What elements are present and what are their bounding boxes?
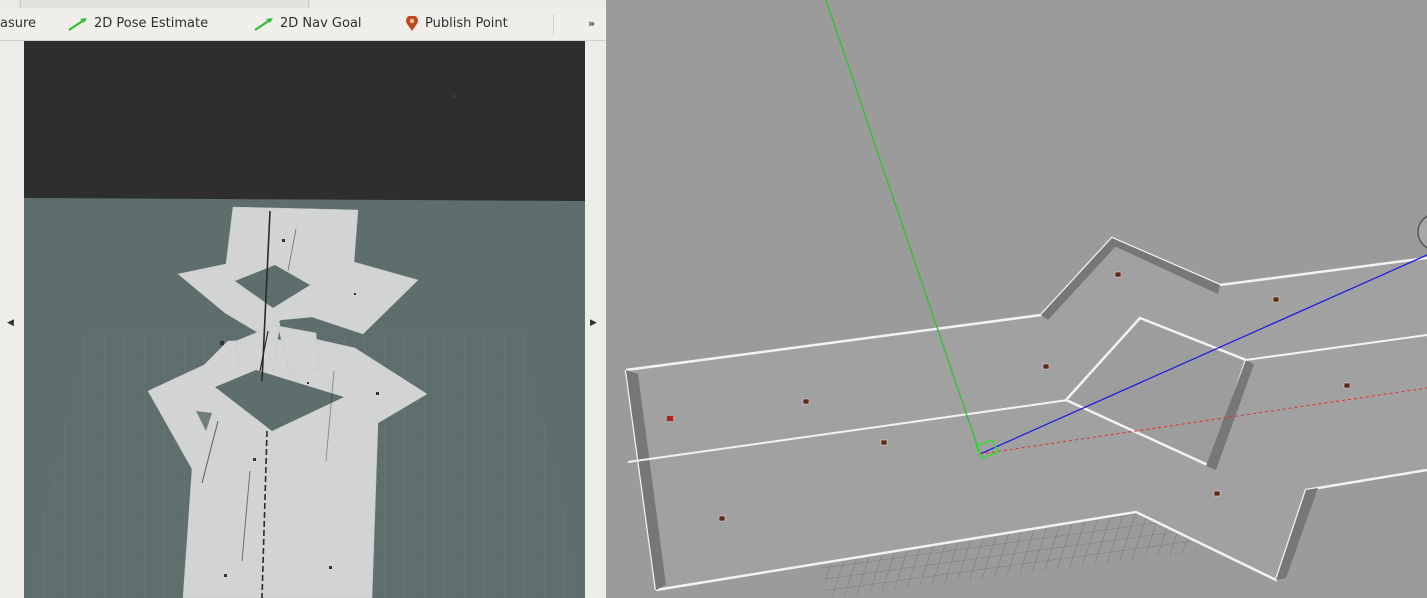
publish-point-label: Publish Point	[425, 16, 508, 31]
gazebo-3d-view[interactable]	[606, 0, 1427, 598]
triangle-left-icon[interactable]: ◀	[7, 318, 14, 328]
pose-estimate-label: 2D Pose Estimate	[94, 16, 209, 31]
star-dot	[453, 95, 455, 97]
rviz-background	[24, 41, 585, 201]
nav-goal-button[interactable]: 2D Nav Goal	[254, 8, 362, 40]
pose-estimate-button[interactable]: 2D Pose Estimate	[68, 8, 208, 40]
triangle-right-icon[interactable]: ▶	[590, 318, 597, 328]
red-object	[667, 416, 673, 421]
tools-toolbar: asure 2D Pose Estimate 2D Nav Goal Publi…	[0, 8, 606, 41]
green-arrow-icon	[68, 17, 88, 31]
nav-goal-label: 2D Nav Goal	[280, 16, 362, 31]
map-pin-icon	[405, 16, 419, 32]
publish-point-button[interactable]: Publish Point	[405, 8, 508, 40]
green-arrow-icon	[254, 17, 274, 31]
rviz-3d-viewport[interactable]	[24, 41, 585, 598]
toolbar-more-button[interactable]: »	[588, 8, 595, 40]
toolbar-separator	[553, 14, 554, 35]
measure-tool-button[interactable]: asure	[0, 8, 36, 40]
measure-tool-label: asure	[0, 16, 37, 31]
rviz-panel: asure 2D Pose Estimate 2D Nav Goal Publi…	[0, 0, 606, 598]
